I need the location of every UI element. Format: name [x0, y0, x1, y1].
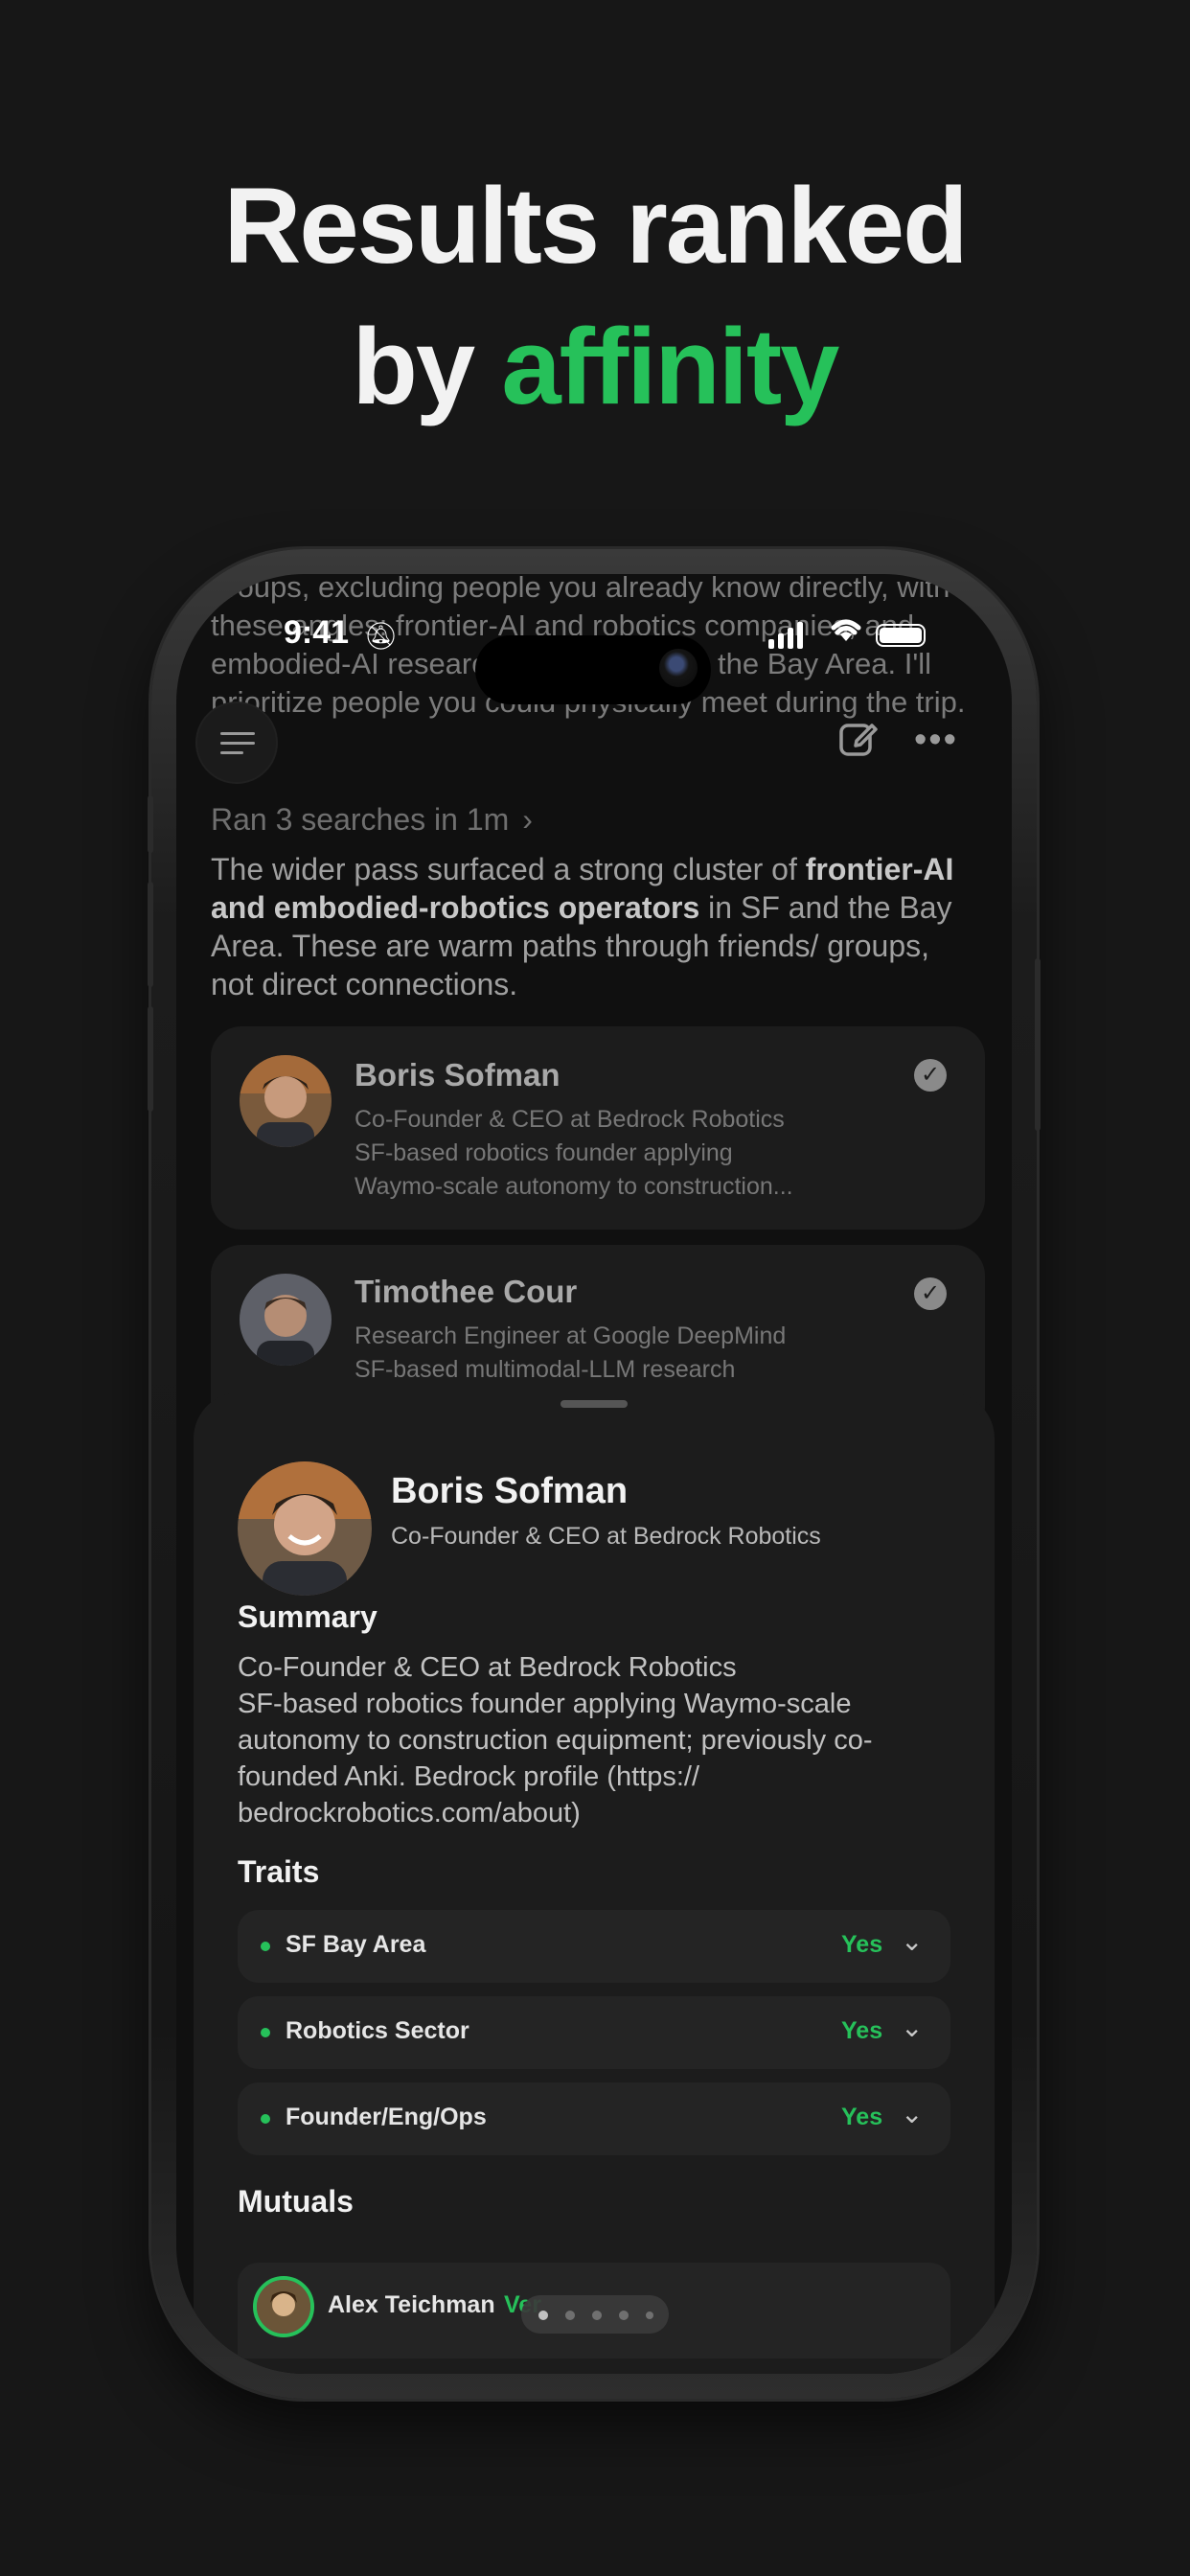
profile-name: Boris Sofman [391, 1471, 629, 1511]
sheet-grabber[interactable] [561, 1400, 628, 1408]
power-button [1035, 958, 1041, 1131]
profile-avatar [238, 1461, 372, 1596]
status-dot [261, 1942, 270, 1951]
page-dot-active [538, 2311, 548, 2320]
silent-bell-icon: 🔕︎ [364, 621, 399, 651]
chevron-down-icon: ⌄ [901, 2012, 924, 2042]
traits-heading: Traits [238, 1854, 320, 1889]
mutual-avatar [253, 2276, 314, 2337]
chevron-down-icon: ⌄ [901, 2099, 924, 2128]
result-detail-line-2: SF-based multimodal-LLM research [355, 1356, 736, 1383]
summary-line-1: Co-Founder & CEO at Bedrock Robotics [238, 1652, 737, 1683]
mutual-name: Alex Teichman [328, 2291, 495, 2318]
page-dot [592, 2311, 602, 2320]
headline-line-2: by affinity [0, 297, 1190, 437]
headline-line-1: Results ranked [223, 166, 969, 286]
avatar [240, 1055, 332, 1147]
message-text: The wider pass surfaced a strong cluster… [211, 852, 806, 886]
trait-value: Yes [841, 2017, 883, 2044]
trait-value: Yes [841, 1931, 883, 1958]
result-name: Timothee Cour [355, 1274, 578, 1309]
chevron-down-icon: ⌄ [901, 1926, 924, 1956]
volume-down-button [148, 1006, 153, 1112]
result-card[interactable]: Boris Sofman Co-Founder & CEO at Bedrock… [211, 1026, 985, 1230]
result-detail-line-1: Research Engineer at Google DeepMind [355, 1322, 787, 1349]
more-icon[interactable]: ••• [914, 720, 958, 761]
page-dot [619, 2311, 629, 2320]
checkmark-icon[interactable]: ✓ [914, 1059, 947, 1092]
result-detail: Research Engineer at Google DeepMind SF-… [355, 1320, 929, 1387]
action-button [148, 795, 153, 853]
phone-screen: groups, excluding people you already kno… [176, 574, 1012, 2374]
search-summary[interactable]: Ran 3 searches in 1m › [211, 802, 533, 838]
trait-label: Robotics Sector [286, 2017, 469, 2044]
status-dot [261, 2028, 270, 2037]
result-detail-line-3: Waymo-scale autonomy to construction... [355, 1173, 793, 1200]
camera-icon [659, 649, 698, 687]
status-time: 9:41 [284, 614, 350, 651]
mutuals-heading: Mutuals [238, 2184, 354, 2219]
headline-prefix: by [352, 307, 476, 426]
profile-role: Co-Founder & CEO at Bedrock Robotics [391, 1523, 821, 1550]
trait-row[interactable]: Founder/Eng/Ops Yes ⌄ [238, 2082, 950, 2155]
result-detail-line-2: SF-based robotics founder applying [355, 1139, 733, 1166]
volume-up-button [148, 882, 153, 987]
summary-body: SF-based robotics founder applying Waymo… [238, 1689, 873, 1828]
result-name: Boris Sofman [355, 1057, 561, 1092]
result-detail-line-1: Co-Founder & CEO at Bedrock Robotics [355, 1106, 785, 1133]
compose-icon[interactable] [837, 718, 880, 760]
status-bar: 9:41 🔕︎ [176, 614, 1012, 704]
menu-button[interactable] [197, 703, 276, 782]
trait-row[interactable]: Robotics Sector Yes ⌄ [238, 1996, 950, 2069]
trait-label: Founder/Eng/Ops [286, 2104, 487, 2130]
summary-heading: Summary [238, 1599, 378, 1634]
trait-value: Yes [841, 2104, 883, 2130]
search-summary-label: Ran 3 searches in 1m [211, 802, 510, 837]
checkmark-icon[interactable]: ✓ [914, 1277, 947, 1310]
avatar [240, 1274, 332, 1366]
wifi-icon [828, 614, 864, 652]
assistant-message: The wider pass surfaced a strong cluster… [211, 850, 968, 1003]
battery-icon [876, 624, 926, 647]
result-detail: Co-Founder & CEO at Bedrock Robotics SF-… [355, 1103, 929, 1204]
chevron-right-icon: › [522, 802, 533, 837]
page-dot [565, 2311, 575, 2320]
profile-sheet: Boris Sofman Co-Founder & CEO at Bedrock… [194, 1392, 995, 2374]
headline-accent: affinity [501, 307, 839, 426]
page-indicator[interactable] [521, 2295, 669, 2334]
cellular-signal-icon [768, 622, 807, 649]
trait-label: SF Bay Area [286, 1931, 426, 1958]
page-dot [646, 2312, 653, 2319]
trait-row[interactable]: SF Bay Area Yes ⌄ [238, 1910, 950, 1983]
profile-summary: Co-Founder & CEO at Bedrock Robotics SF-… [238, 1649, 927, 1831]
status-dot [261, 2114, 270, 2124]
